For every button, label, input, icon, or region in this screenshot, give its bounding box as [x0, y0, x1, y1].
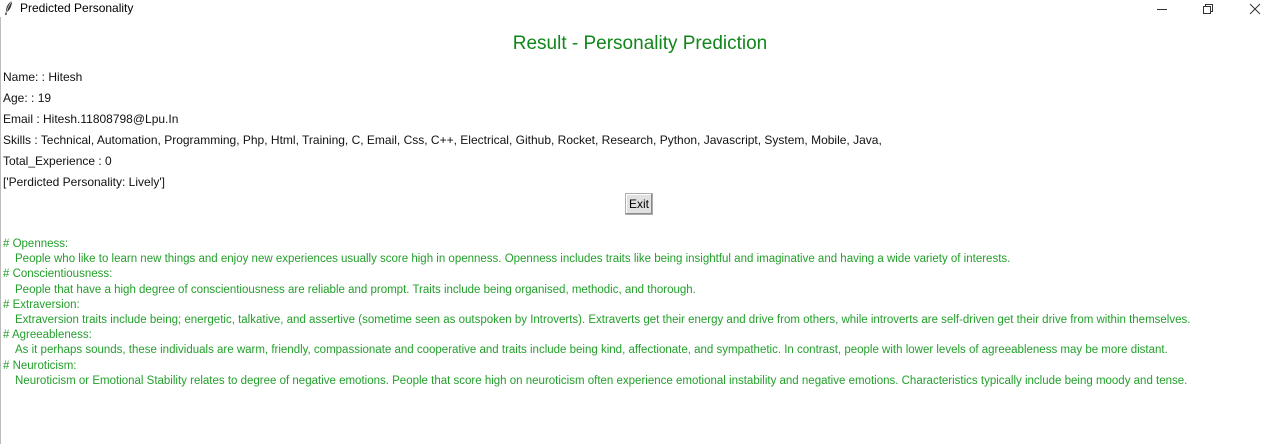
trait-body-agreeableness: As it perhaps sounds, these individuals …: [15, 344, 1168, 357]
trait-header-agreeableness: # Agreeableness:: [3, 329, 92, 342]
name-label: Name: : Hitesh: [3, 70, 83, 84]
exit-button[interactable]: Exit: [625, 193, 653, 215]
title-bar[interactable]: Predicted Personality: [0, 0, 1280, 17]
trait-header-neuroticism: # Neuroticism:: [3, 359, 77, 372]
prediction-label: ['Perdicted Personality: Lively']: [3, 175, 165, 189]
feather-icon: [4, 0, 14, 15]
minimize-icon: [1156, 3, 1168, 15]
close-button[interactable]: [1232, 0, 1278, 17]
window-border: [0, 17, 1, 444]
window-title: Predicted Personality: [20, 1, 134, 15]
experience-label: Total_Experience : 0: [3, 154, 112, 168]
trait-body-conscientiousness: People that have a high degree of consci…: [15, 283, 696, 296]
restore-icon: [1202, 3, 1214, 15]
trait-header-extraversion: # Extraversion:: [3, 298, 80, 311]
trait-header-conscientiousness: # Conscientiousness:: [3, 268, 113, 281]
restore-button[interactable]: [1185, 0, 1231, 17]
trait-body-openness: People who like to learn new things and …: [15, 253, 1011, 266]
minimize-button[interactable]: [1139, 0, 1185, 17]
skills-label: Skills : Technical, Automation, Programm…: [3, 133, 882, 147]
close-icon: [1249, 3, 1261, 15]
trait-body-neuroticism: Neuroticism or Emotional Stability relat…: [15, 374, 1188, 387]
trait-header-openness: # Openness:: [3, 238, 69, 250]
email-label: Email : Hitesh.11808798@Lpu.In: [3, 112, 179, 126]
trait-body-extraversion: Extraversion traits include being; energ…: [15, 314, 1191, 327]
page-title: Result - Personality Prediction: [512, 33, 768, 54]
age-label: Age: : 19: [3, 91, 52, 105]
personality-descriptions: # Openness: People who like to learn new…: [3, 237, 1273, 389]
